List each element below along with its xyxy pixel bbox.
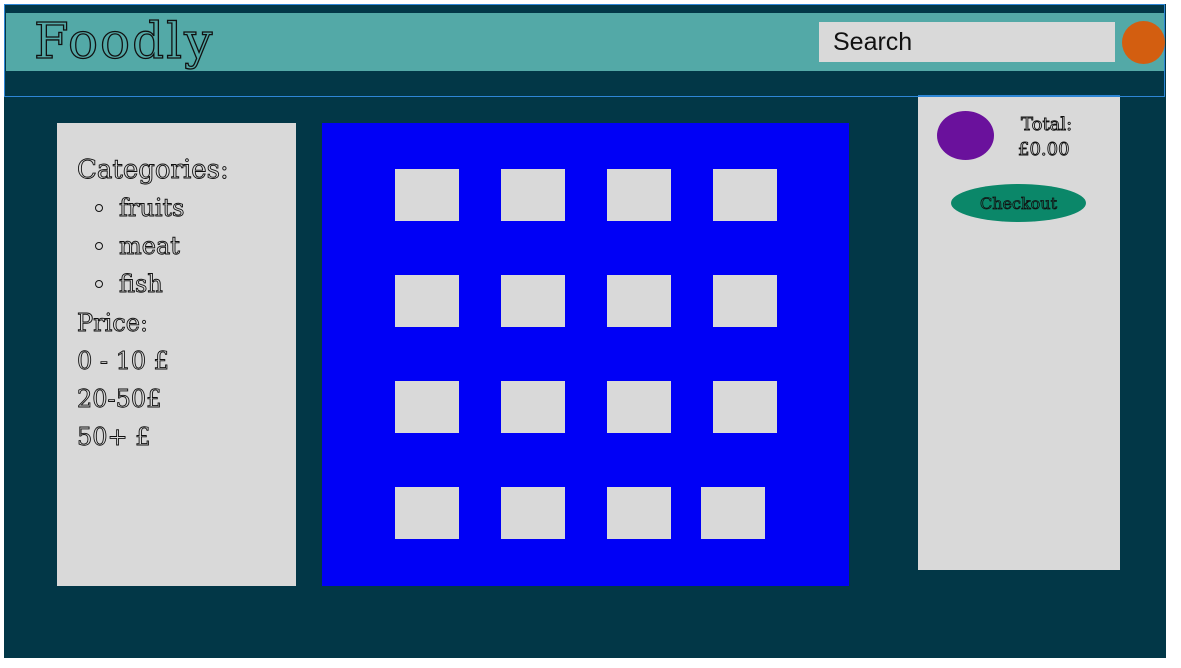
bullet-icon: [95, 280, 103, 288]
product-tile[interactable]: [501, 381, 565, 433]
product-tile[interactable]: [713, 381, 777, 433]
total-label: Total:: [1021, 114, 1073, 136]
header-band: Foodly Search: [6, 11, 1165, 71]
search-input[interactable]: Search: [819, 22, 1115, 62]
product-tile[interactable]: [713, 275, 777, 327]
category-label: fish: [119, 270, 164, 299]
profile-avatar[interactable]: [1122, 21, 1165, 64]
product-grid: [322, 123, 849, 586]
product-tile[interactable]: [607, 487, 671, 539]
product-tile[interactable]: [501, 275, 565, 327]
category-item-fruits[interactable]: fruits: [95, 194, 185, 223]
product-tile[interactable]: [395, 169, 459, 221]
product-tile[interactable]: [607, 169, 671, 221]
price-range-50-plus[interactable]: 50+ £: [77, 423, 151, 452]
product-tile[interactable]: [501, 487, 565, 539]
product-tile[interactable]: [607, 275, 671, 327]
product-tile[interactable]: [713, 169, 777, 221]
cart-panel: Total: £0.00 Checkout: [918, 96, 1120, 570]
product-tile[interactable]: [395, 275, 459, 327]
bullet-icon: [95, 204, 103, 212]
filter-sidebar: Categories: fruits meat fish Price: 0 - …: [57, 123, 296, 586]
cart-top-border: [918, 95, 1120, 97]
category-item-meat[interactable]: meat: [95, 232, 180, 260]
category-label: meat: [119, 232, 181, 261]
product-tile[interactable]: [501, 169, 565, 221]
product-tile[interactable]: [395, 381, 459, 433]
total-value: £0.00: [1018, 139, 1070, 161]
price-range-20-50[interactable]: 20-50£: [77, 385, 162, 414]
product-tile[interactable]: [395, 487, 459, 539]
checkout-button[interactable]: Checkout: [951, 184, 1086, 222]
categories-heading: Categories:: [77, 155, 230, 186]
product-tile[interactable]: [701, 487, 765, 539]
price-range-0-10[interactable]: 0 - 10 £: [77, 347, 170, 376]
header: Foodly Search: [4, 4, 1165, 97]
category-item-fish[interactable]: fish: [95, 270, 163, 298]
category-label: fruits: [119, 194, 185, 223]
price-heading: Price:: [77, 309, 149, 338]
bullet-icon: [95, 242, 103, 250]
product-tile[interactable]: [607, 381, 671, 433]
cart-icon[interactable]: [937, 111, 994, 160]
logo[interactable]: Foodly: [33, 11, 214, 71]
